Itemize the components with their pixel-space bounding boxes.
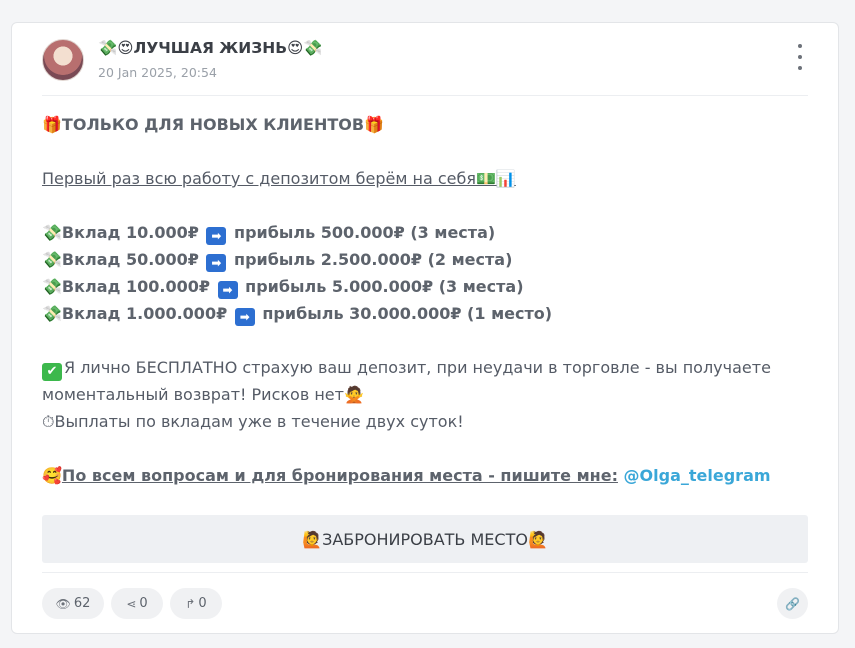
offer-deposit: 💸Вклад 1.000.000₽ xyxy=(42,304,228,323)
shares-counter[interactable]: ⋖ 0 xyxy=(111,588,163,619)
forward-icon: ↱ xyxy=(185,596,196,611)
offer-line: 💸Вклад 100.000₽ ➡ прибыль 5.000.000₽ (3 … xyxy=(42,273,808,300)
offer-line: 💸Вклад 1.000.000₽ ➡ прибыль 30.000.000₽ … xyxy=(42,300,808,327)
offer-deposit: 💸Вклад 100.000₽ xyxy=(42,277,210,296)
post-header: 💸😍ЛУЧШАЯ ЖИЗНЬ😍💸 20 Jan 2025, 20:54 xyxy=(42,39,818,81)
post-date: 20 Jan 2025, 20:54 xyxy=(98,65,217,80)
forwards-counter[interactable]: ↱ 0 xyxy=(170,588,222,619)
channel-avatar[interactable] xyxy=(42,39,84,81)
more-vertical-icon[interactable] xyxy=(790,44,810,70)
offer-line: 💸Вклад 10.000₽ ➡ прибыль 500.000₽ (3 мес… xyxy=(42,219,808,246)
link-icon: 🔗 xyxy=(785,596,800,611)
guarantee-text: Я лично БЕСПЛАТНО страхую ваш депозит, п… xyxy=(64,358,771,377)
offer-profit: прибыль 500.000₽ (3 места) xyxy=(234,223,496,242)
arrow-right-icon: ➡ xyxy=(234,308,255,326)
offer-deposit: 💸Вклад 50.000₽ xyxy=(42,250,199,269)
guarantee-line-2: моментальный возврат! Рисков нет🙅 xyxy=(42,385,364,404)
offer-deposit: 💸Вклад 10.000₽ xyxy=(42,223,199,242)
arrow-right-icon: ➡ xyxy=(206,227,227,245)
divider xyxy=(42,572,808,573)
share-icon: ⋖ xyxy=(126,596,137,611)
smile-hearts-icon: 🥰 xyxy=(42,466,62,485)
contact-handle-link[interactable]: @Olga_telegram xyxy=(624,466,771,485)
shares-count: 0 xyxy=(139,596,148,611)
post-intro: Первый раз всю работу с депозитом берём … xyxy=(42,169,516,188)
eye-icon: 👁 xyxy=(55,596,71,611)
post-card: 💸😍ЛУЧШАЯ ЖИЗНЬ😍💸 20 Jan 2025, 20:54 🎁ТОЛ… xyxy=(11,22,839,634)
copy-link-button[interactable]: 🔗 xyxy=(777,588,808,619)
offer-profit: прибыль 2.500.000₽ (2 места) xyxy=(234,250,513,269)
check-mark-icon: ✔ xyxy=(42,363,62,381)
divider xyxy=(42,95,808,96)
offer-profit: прибыль 30.000.000₽ (1 место) xyxy=(262,304,553,323)
arrow-right-icon: ➡ xyxy=(206,254,227,272)
post-footer: 👁 62 ⋖ 0 ↱ 0 🔗 xyxy=(42,588,808,620)
views-count: 62 xyxy=(73,596,91,611)
contact-line: 🥰По всем вопросам и для бронирования мес… xyxy=(42,462,808,489)
payouts-line: ⏱Выплаты по вкладам уже в течение двух с… xyxy=(42,412,464,431)
contact-text: По всем вопросам и для бронирования мест… xyxy=(61,466,618,485)
post-body: 🎁ТОЛЬКО ДЛЯ НОВЫХ КЛИЕНТОВ🎁 Первый раз в… xyxy=(42,111,808,489)
views-counter[interactable]: 👁 62 xyxy=(42,588,104,619)
offer-line: 💸Вклад 50.000₽ ➡ прибыль 2.500.000₽ (2 м… xyxy=(42,246,808,273)
forwards-count: 0 xyxy=(198,596,207,611)
offer-profit: прибыль 5.000.000₽ (3 места) xyxy=(245,277,524,296)
book-place-button[interactable]: 🙋ЗАБРОНИРОВАТЬ МЕСТО🙋 xyxy=(42,515,808,563)
guarantee-line: ✔ Я лично БЕСПЛАТНО страхую ваш депозит, … xyxy=(42,354,808,381)
arrow-right-icon: ➡ xyxy=(217,281,238,299)
channel-name[interactable]: 💸😍ЛУЧШАЯ ЖИЗНЬ😍💸 xyxy=(98,39,323,57)
post-headline: 🎁ТОЛЬКО ДЛЯ НОВЫХ КЛИЕНТОВ🎁 xyxy=(42,115,384,134)
